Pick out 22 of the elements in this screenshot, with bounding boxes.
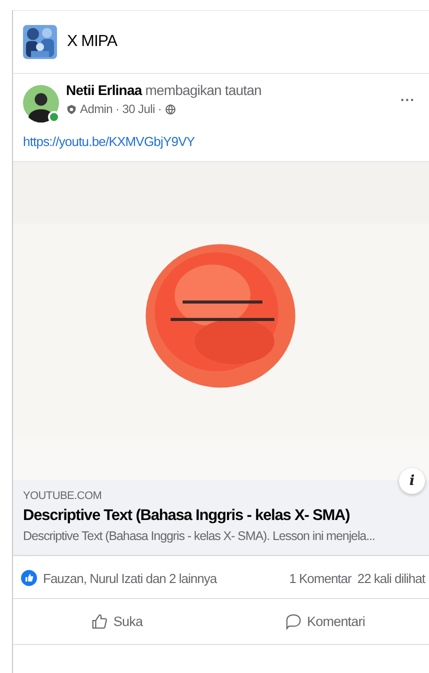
post-title: Netii Erlinaa membagikan tautan [66, 82, 262, 98]
comment-button[interactable]: Komentari [221, 603, 429, 640]
group-name[interactable]: X MIPA [67, 33, 118, 51]
link-domain: YOUTUBE.COM [23, 490, 103, 502]
role-label: Admin [80, 102, 113, 116]
post-date[interactable]: 30 Juli [122, 102, 155, 116]
shield-icon [66, 104, 77, 114]
avatar-icon[interactable] [23, 82, 59, 124]
like-reaction-icon [21, 570, 37, 586]
like-button[interactable]: Suka [13, 603, 221, 640]
reaction-names[interactable]: Fauzan, Nurul Izati dan 2 lainnya [43, 570, 217, 586]
link-description: Descriptive Text (Bahasa Inggris - kelas X- SMA). Lesson ini menjela... [23, 529, 376, 543]
separator-dot: · [116, 102, 120, 116]
link-title: Descriptive Text (Bahasa Inggris - kelas X- SMA) [23, 507, 351, 525]
thumbs-up-icon [91, 613, 108, 630]
video-link[interactable]: https://youtu.be/KXMVGbjY9VY [13, 124, 205, 161]
separator-dot: · [158, 102, 162, 116]
view-count: 22 kali dilihat [357, 570, 425, 586]
more-button[interactable]: ... [396, 82, 419, 110]
globe-icon [164, 104, 176, 114]
speech-bubble-icon [285, 613, 302, 630]
comment-count[interactable]: 1 Komentar [289, 570, 352, 586]
